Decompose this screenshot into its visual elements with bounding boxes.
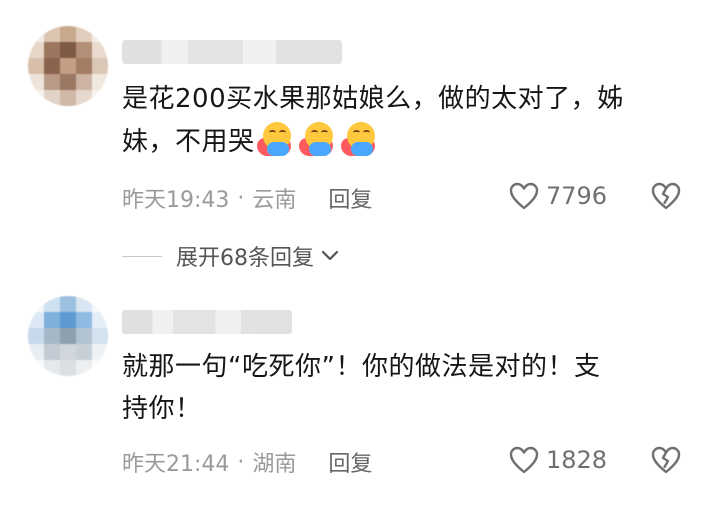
comment-text-line: 就那一句“吃死你”！你的做法是对的！支 <box>122 352 601 382</box>
hug-emoji <box>339 120 377 158</box>
comment-text-line: 持你！ <box>122 394 202 424</box>
comment-location: 湖南 <box>252 452 297 477</box>
like-button[interactable]: 7796 <box>508 181 607 211</box>
avatar[interactable] <box>28 26 108 106</box>
comment-text: 就那一句“吃死你”！你的做法是对的！支 持你！ <box>122 346 692 430</box>
heart-icon <box>509 446 539 474</box>
broken-heart-icon <box>651 446 681 474</box>
comment-text: 是花200买水果那姑娘么，做的太对了，姊 妹，不用哭 <box>122 78 692 163</box>
heart-icon <box>509 182 539 210</box>
hug-emoji <box>255 120 293 158</box>
like-count: 1828 <box>546 446 608 474</box>
hug-emoji <box>297 120 335 158</box>
comment-time: 昨天21:44 <box>122 452 230 477</box>
username-blurred[interactable] <box>122 40 342 64</box>
meta-separator: · <box>237 185 245 211</box>
comment-meta: 昨天21:44 · 湖南 回复 <box>122 446 372 478</box>
meta-separator: · <box>237 449 245 475</box>
comment-meta: 昨天19:43 · 云南 回复 <box>122 182 372 214</box>
reply-button[interactable]: 回复 <box>328 446 372 478</box>
comment-text-segment: 妹，不用哭 <box>122 127 255 157</box>
broken-heart-icon <box>651 182 681 210</box>
expand-replies-button[interactable]: 展开68条回复 <box>122 240 340 272</box>
dislike-button[interactable] <box>650 445 682 479</box>
like-button[interactable]: 1828 <box>508 445 607 475</box>
comment-text-line: 是花200买水果那姑娘么，做的太对了，姊 <box>122 84 624 114</box>
comment-text-line: 妹，不用哭 <box>122 120 692 163</box>
chevron-down-icon <box>321 250 339 261</box>
dislike-button[interactable] <box>650 181 682 215</box>
like-count: 7796 <box>546 182 608 210</box>
expand-replies-label: 展开68条回复 <box>176 246 314 271</box>
comment-location: 云南 <box>252 188 297 213</box>
comment-time: 昨天19:43 <box>122 188 230 213</box>
reply-button[interactable]: 回复 <box>328 182 372 214</box>
divider-line <box>122 255 162 257</box>
avatar[interactable] <box>28 296 108 376</box>
username-blurred[interactable] <box>122 310 292 334</box>
